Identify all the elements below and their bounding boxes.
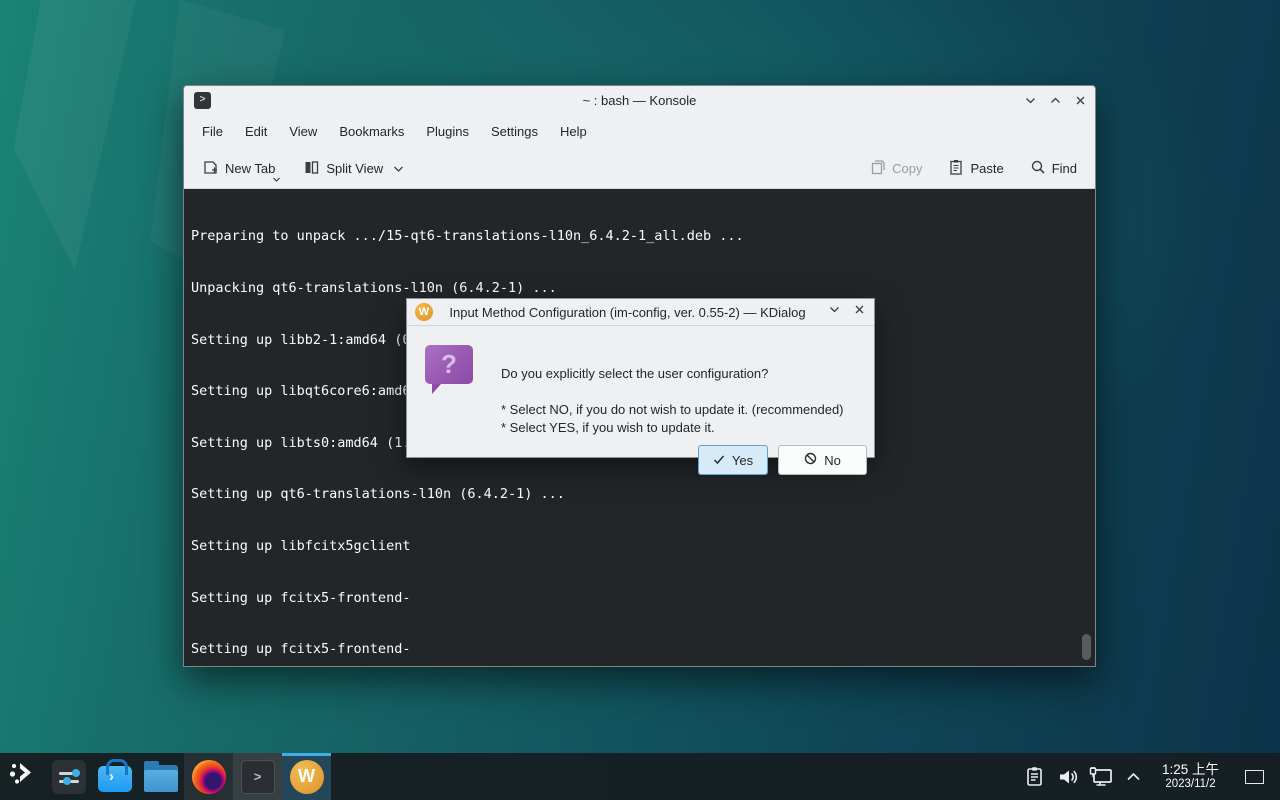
tray-expand-icon[interactable] <box>1121 753 1147 800</box>
kdialog-body: ? Do you explicitly select the user conf… <box>407 326 874 457</box>
terminal-line: Setting up libfcitx5gclient <box>191 538 1091 555</box>
paste-button[interactable]: Paste <box>940 153 1011 184</box>
split-view-label: Split View <box>326 161 383 176</box>
show-desktop-icon <box>1245 770 1264 784</box>
menu-bookmarks[interactable]: Bookmarks <box>329 120 414 143</box>
paste-label: Paste <box>970 161 1003 176</box>
system-settings-button[interactable] <box>46 753 92 800</box>
kdialog-close-icon[interactable] <box>853 303 866 321</box>
system-settings-icon <box>52 760 86 794</box>
split-view-dropdown-icon[interactable] <box>393 161 404 176</box>
find-label: Find <box>1052 161 1077 176</box>
clipboard-tray-icon[interactable] <box>1022 753 1048 800</box>
maximize-icon[interactable] <box>1048 93 1062 107</box>
app-launcher-button[interactable] <box>0 753 46 800</box>
task-kdialog[interactable]: W <box>282 753 331 800</box>
window-title: ~ : bash — Konsole <box>184 93 1095 108</box>
konsole-toolbar: New Tab Split View Copy Paste <box>184 149 1095 189</box>
yes-label: Yes <box>732 453 753 468</box>
no-label: No <box>824 453 841 468</box>
minimize-icon[interactable] <box>1023 93 1037 107</box>
close-icon[interactable] <box>1073 93 1087 107</box>
yes-button[interactable]: Yes <box>698 445 768 475</box>
search-icon <box>1030 159 1046 178</box>
new-tab-label: New Tab <box>225 161 275 176</box>
dialog-note-no: * Select NO, if you do not wish to updat… <box>501 402 844 417</box>
clock-time: 1:25 上午 <box>1162 762 1219 778</box>
copy-button[interactable]: Copy <box>862 153 930 184</box>
file-manager-button[interactable] <box>138 753 184 800</box>
konsole-task-icon: > <box>241 760 275 794</box>
split-view-icon <box>303 159 320 179</box>
kdialog-titlebar[interactable]: W Input Method Configuration (im-config,… <box>407 299 874 326</box>
menu-view[interactable]: View <box>279 120 327 143</box>
digital-clock[interactable]: 1:25 上午 2023/11/2 <box>1154 762 1227 791</box>
menu-help[interactable]: Help <box>550 120 597 143</box>
dialog-note-yes: * Select YES, if you wish to update it. <box>501 420 715 435</box>
imconfig-task-icon: W <box>290 760 324 794</box>
kdialog-more-icon[interactable] <box>828 303 841 321</box>
new-tab-button[interactable]: New Tab <box>194 153 283 185</box>
dialog-message: Do you explicitly select the user config… <box>501 366 768 381</box>
paste-icon <box>948 159 964 178</box>
split-view-button[interactable]: Split View <box>295 153 412 185</box>
network-tray-icon[interactable] <box>1088 753 1114 800</box>
volume-tray-icon[interactable] <box>1055 753 1081 800</box>
deny-icon <box>804 452 817 468</box>
terminal-line: Unpacking qt6-translations-l10n (6.4.2-1… <box>191 280 1091 297</box>
terminal-scrollbar[interactable] <box>1082 634 1091 660</box>
discover-button[interactable] <box>92 753 138 800</box>
task-konsole[interactable]: > <box>233 753 282 800</box>
show-desktop-button[interactable] <box>1234 770 1274 784</box>
konsole-menubar: File Edit View Bookmarks Plugins Setting… <box>184 114 1095 149</box>
taskbar: > W 1:25 上午 2023/11/2 <box>0 753 1280 800</box>
no-button[interactable]: No <box>778 445 867 475</box>
system-tray: 1:25 上午 2023/11/2 <box>1022 753 1280 800</box>
question-icon: ? <box>425 345 473 393</box>
imconfig-app-icon: W <box>415 303 433 321</box>
konsole-titlebar[interactable]: > ~ : bash — Konsole <box>184 86 1095 114</box>
copy-icon <box>870 159 886 178</box>
terminal-line: Setting up qt6-translations-l10n (6.4.2-… <box>191 486 1091 503</box>
kdialog-title: Input Method Configuration (im-config, v… <box>437 305 818 320</box>
clock-date: 2023/11/2 <box>1162 778 1219 791</box>
kdialog-window: W Input Method Configuration (im-config,… <box>406 298 875 458</box>
task-firefox[interactable] <box>184 753 233 800</box>
new-tab-dropdown-icon[interactable] <box>272 171 281 186</box>
menu-settings[interactable]: Settings <box>481 120 548 143</box>
firefox-icon <box>192 760 226 794</box>
terminal-line: Preparing to unpack .../15-qt6-translati… <box>191 228 1091 245</box>
menu-file[interactable]: File <box>192 120 233 143</box>
find-button[interactable]: Find <box>1022 153 1085 184</box>
menu-plugins[interactable]: Plugins <box>416 120 479 143</box>
terminal-line: Setting up fcitx5-frontend- <box>191 590 1091 607</box>
terminal-line: Setting up fcitx5-frontend- <box>191 641 1091 658</box>
copy-label: Copy <box>892 161 922 176</box>
menu-edit[interactable]: Edit <box>235 120 277 143</box>
new-tab-icon <box>202 159 219 179</box>
folder-icon <box>144 765 178 792</box>
kde-launcher-icon <box>8 759 38 794</box>
check-icon <box>713 453 725 468</box>
discover-icon <box>98 760 132 794</box>
